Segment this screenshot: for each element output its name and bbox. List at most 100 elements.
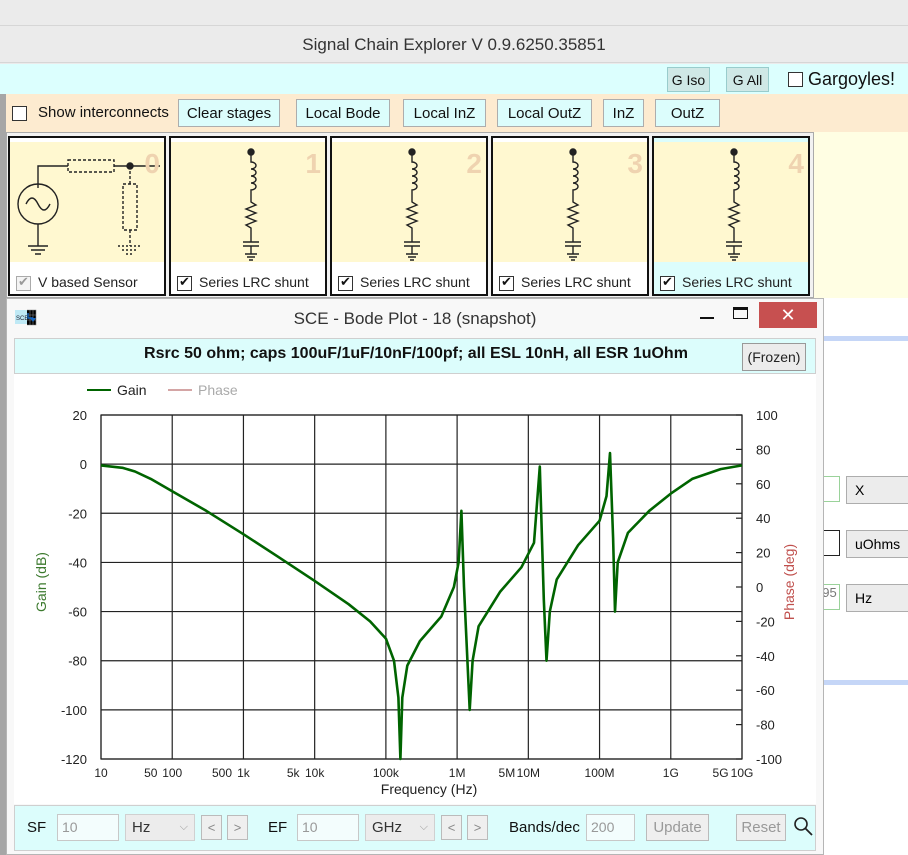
bode-chart[interactable]: Gain Phase 200-20-40-60-80-100-120100806… xyxy=(14,374,816,804)
stage-area-empty xyxy=(814,132,908,298)
minimize-icon[interactable] xyxy=(700,317,714,319)
lrc-shunt-schematic-icon xyxy=(565,148,581,261)
local-outz-button[interactable]: Local OutZ xyxy=(497,99,592,127)
lrc-shunt-schematic-icon xyxy=(243,148,259,261)
show-interconnects-checkbox[interactable] xyxy=(12,106,27,121)
local-bode-button[interactable]: Local Bode xyxy=(296,99,390,127)
outz-button[interactable]: OutZ xyxy=(655,99,720,127)
gargoyles-label: Gargoyles! xyxy=(808,69,896,89)
x-tick-label: 100M xyxy=(585,766,615,780)
y-axis-label: Gain (dB) xyxy=(33,552,49,612)
stage-area: 0 V based Sensor 1 Series LRC shunt 2 Se… xyxy=(6,132,814,298)
frozen-button[interactable]: (Frozen) xyxy=(742,343,806,371)
end-frequency-unit-select[interactable]: GHz ⌵ xyxy=(365,814,435,841)
stage-enable-checkbox[interactable] xyxy=(16,274,31,291)
chart-legend: Gain Phase xyxy=(87,382,238,398)
stage-label: Series LRC shunt xyxy=(360,274,470,290)
y2-tick-label: 80 xyxy=(756,442,770,457)
stage-card-2[interactable]: 2 Series LRC shunt xyxy=(330,136,488,296)
stage-card-1[interactable]: 1 Series LRC shunt xyxy=(169,136,327,296)
app-title: Signal Chain Explorer V 0.9.6250.35851 xyxy=(0,27,908,63)
unit-button-hz[interactable]: Hz xyxy=(846,584,908,612)
top-strip xyxy=(0,0,908,26)
plot-controls: SF 10 Hz ⌵ < > EF 10 GHz ⌵ < > Bands/dec… xyxy=(14,805,816,851)
ef-prev-button[interactable]: < xyxy=(441,815,462,840)
y2-tick-label: -80 xyxy=(756,718,775,733)
maximize-icon[interactable] xyxy=(733,307,748,319)
g-iso-button[interactable]: G Iso xyxy=(667,67,710,92)
close-button[interactable]: ✕ xyxy=(759,302,817,328)
stage-enable-checkbox[interactable] xyxy=(338,274,353,291)
bands-per-decade-input[interactable]: 200 xyxy=(586,814,635,841)
unit-button-uohms[interactable]: uOhms xyxy=(846,530,908,558)
y2-tick-label: -20 xyxy=(756,614,775,629)
x-tick-label: 10M xyxy=(517,766,540,780)
search-zoom-icon[interactable] xyxy=(793,816,815,838)
x-tick-label: 50 xyxy=(144,766,158,780)
panel-divider xyxy=(814,336,908,341)
voltage-source-schematic-icon xyxy=(17,159,160,255)
x-tick-label: 5G xyxy=(713,766,729,780)
y2-tick-label: 60 xyxy=(756,477,770,492)
y2-tick-label: 20 xyxy=(756,546,770,561)
stage-label: Series LRC shunt xyxy=(199,274,309,290)
stage-schematic: 3 xyxy=(493,142,647,262)
bode-window-titlebar[interactable]: SCE SCE - Bode Plot - 18 (snapshot) ✕ xyxy=(7,299,823,337)
stage-card-4[interactable]: 4 Series LRC shunt xyxy=(652,136,810,296)
update-button[interactable]: Update xyxy=(646,814,709,841)
y-tick-label: 20 xyxy=(73,408,87,423)
stage-enable-checkbox[interactable] xyxy=(177,274,192,291)
stage-card-3[interactable]: 3 Series LRC shunt xyxy=(491,136,649,296)
ef-next-button[interactable]: > xyxy=(467,815,488,840)
reset-button[interactable]: Reset xyxy=(736,814,786,841)
clear-stages-button[interactable]: Clear stages xyxy=(178,99,280,127)
x-tick-label: 500 xyxy=(212,766,232,780)
end-frequency-input[interactable]: 10 xyxy=(297,814,359,841)
x-tick-label: 1G xyxy=(663,766,679,780)
x-tick-label: 5k xyxy=(287,766,301,780)
start-unit-value: Hz xyxy=(132,819,151,836)
gargoyles-checkbox[interactable] xyxy=(788,72,803,87)
stage-label: Series LRC shunt xyxy=(521,274,631,290)
x-tick-label: 10k xyxy=(305,766,325,780)
bode-window-title: SCE - Bode Plot - 18 (snapshot) xyxy=(293,309,537,328)
legend-label-phase[interactable]: Phase xyxy=(198,382,238,398)
sf-prev-button[interactable]: < xyxy=(201,815,222,840)
y-tick-label: -40 xyxy=(68,555,87,570)
bode-plot-window: SCE SCE - Bode Plot - 18 (snapshot) ✕ Rs… xyxy=(6,298,824,855)
panel-divider xyxy=(814,680,908,685)
x-tick-label: 1k xyxy=(237,766,251,780)
sf-next-button[interactable]: > xyxy=(227,815,248,840)
x-tick-label: 100k xyxy=(373,766,400,780)
stage-number: 2 xyxy=(466,148,482,179)
stage-enable-checkbox[interactable] xyxy=(499,274,514,291)
start-frequency-unit-select[interactable]: Hz ⌵ xyxy=(125,814,195,841)
y-tick-label: 0 xyxy=(80,457,87,472)
stage-label: V based Sensor xyxy=(38,274,138,290)
chevron-down-icon: ⌵ xyxy=(419,821,428,833)
g-all-button[interactable]: G All xyxy=(726,67,769,92)
x-tick-label: 1M xyxy=(449,766,466,780)
y-tick-label: -80 xyxy=(68,654,87,669)
start-frequency-input[interactable]: 10 xyxy=(57,814,119,841)
y2-tick-label: 100 xyxy=(756,408,778,423)
stage-enable-checkbox[interactable] xyxy=(660,274,675,291)
x-axis-label: Frequency (Hz) xyxy=(381,781,477,797)
plot-frame xyxy=(100,414,743,760)
legend-label-gain[interactable]: Gain xyxy=(117,382,147,398)
local-inz-button[interactable]: Local InZ xyxy=(403,99,486,127)
x-tick-label: 10 xyxy=(94,766,108,780)
global-bar: G Iso G All Gargoyles! xyxy=(0,64,908,94)
ef-label: EF xyxy=(268,819,288,836)
inz-button[interactable]: InZ xyxy=(603,99,644,127)
stage-card-0[interactable]: 0 V based Sensor xyxy=(8,136,166,296)
lrc-shunt-schematic-icon xyxy=(404,148,420,261)
y-tick-label: -100 xyxy=(61,703,87,718)
unit-button-x[interactable]: X xyxy=(846,476,908,504)
chevron-down-icon: ⌵ xyxy=(179,821,188,833)
end-unit-value: GHz xyxy=(372,819,402,836)
show-interconnects-label: Show interconnects xyxy=(38,104,169,121)
properties-panel: X uOhms 395 Hz xyxy=(814,298,908,855)
y-tick-label: -120 xyxy=(61,752,87,767)
plot-area: Gain Phase 20 0 -20 -40 -60 -80 -100 -120 100 80 6… xyxy=(14,374,816,804)
